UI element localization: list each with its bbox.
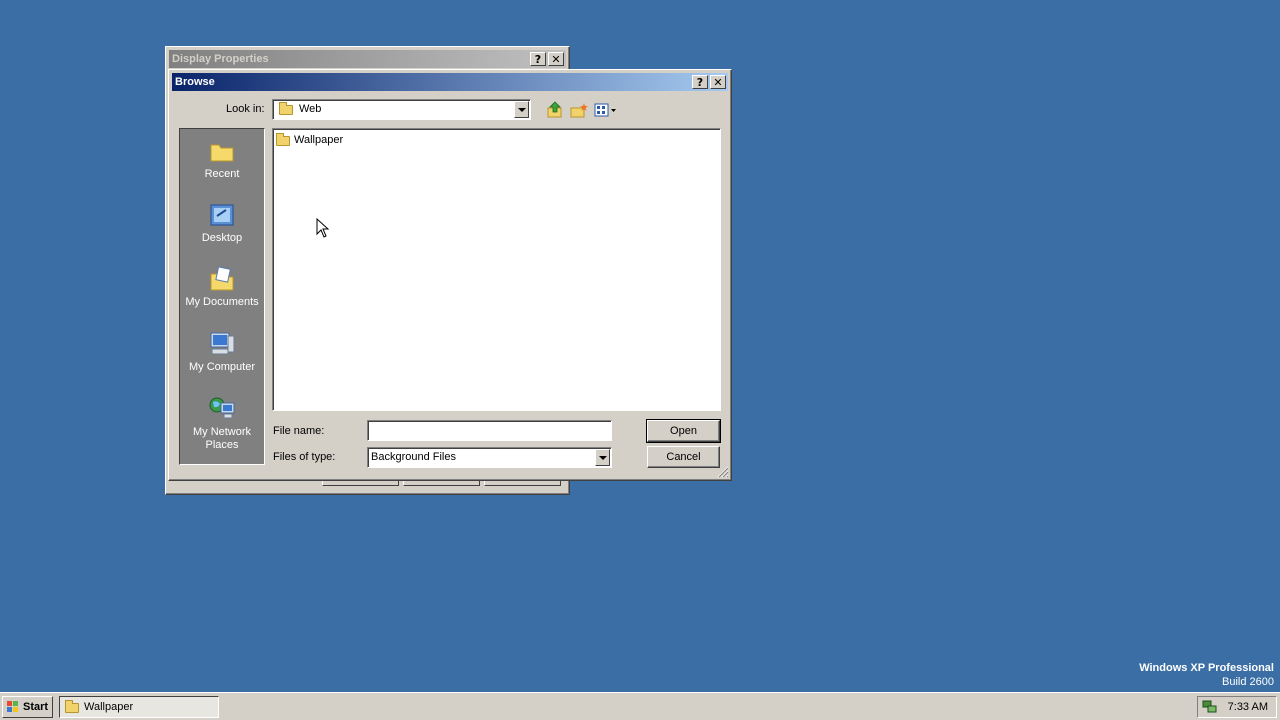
clock[interactable]: 7:33 AM	[1228, 701, 1268, 713]
file-name-label: File name:	[273, 425, 325, 437]
browse-dialog: Browse ? ✕ Look in: Web Recent Desktop M…	[168, 69, 732, 481]
my-network-places-icon	[208, 395, 236, 423]
display-properties-title: Display Properties	[172, 53, 269, 65]
taskbar-item-wallpaper[interactable]: Wallpaper	[59, 696, 219, 718]
chevron-down-icon	[598, 455, 607, 460]
up-one-level-button[interactable]	[545, 100, 565, 120]
file-name: Wallpaper	[294, 134, 344, 146]
place-label: My Documents	[185, 296, 259, 308]
os-watermark: Windows XP Professional Build 2600	[1139, 661, 1274, 689]
start-label: Start	[23, 701, 49, 713]
os-build: Build 2600	[1222, 676, 1274, 688]
display-properties-titlebar[interactable]: Display Properties ? ✕	[169, 50, 566, 68]
cancel-button[interactable]: Cancel	[647, 446, 720, 468]
os-name: Windows XP Professional	[1139, 662, 1274, 674]
files-of-type-value: Background Files	[371, 451, 456, 463]
view-menu-icon	[594, 103, 616, 117]
close-button[interactable]: ✕	[710, 75, 726, 89]
browse-titlebar[interactable]: Browse ? ✕	[172, 73, 728, 91]
list-item[interactable]: Wallpaper	[276, 132, 343, 148]
browse-title: Browse	[175, 76, 215, 88]
place-label: Desktop	[201, 232, 243, 244]
open-button-label: Open	[670, 425, 697, 437]
size-grip-icon[interactable]	[717, 466, 729, 478]
open-button[interactable]: Open	[646, 419, 721, 443]
place-desktop[interactable]: Desktop	[180, 201, 264, 244]
cancel-button-label: Cancel	[666, 451, 701, 463]
help-button[interactable]: ?	[530, 52, 546, 66]
new-folder-icon	[570, 103, 588, 118]
places-bar: Recent Desktop My Documents My Computer …	[179, 128, 265, 465]
recent-folder-icon	[208, 137, 236, 165]
chevron-down-icon	[517, 107, 526, 112]
place-my-computer[interactable]: My Computer	[180, 330, 264, 373]
place-label: My Network Places	[192, 426, 252, 451]
taskbar-item-label: Wallpaper	[84, 701, 134, 713]
taskbar: Start Wallpaper 7:33 AM	[0, 692, 1280, 720]
place-label: My Computer	[188, 361, 256, 373]
folder-icon	[276, 133, 290, 146]
create-new-folder-button[interactable]	[569, 100, 589, 120]
my-computer-icon	[208, 330, 236, 358]
file-list[interactable]: Wallpaper	[272, 128, 721, 411]
network-icon[interactable]	[1202, 700, 1218, 714]
start-button[interactable]: Start	[2, 696, 53, 718]
files-of-type-label: Files of type:	[273, 451, 336, 463]
files-of-type-dropdown-arrow[interactable]	[595, 449, 610, 466]
file-name-input[interactable]	[367, 420, 612, 441]
help-button[interactable]: ?	[692, 75, 708, 89]
windows-logo-icon	[7, 701, 18, 712]
close-button[interactable]: ✕	[548, 52, 564, 66]
up-folder-icon	[547, 101, 562, 118]
place-recent[interactable]: Recent	[180, 137, 264, 180]
view-menu-button[interactable]	[593, 100, 619, 120]
folder-icon	[279, 102, 293, 115]
look-in-dropdown-arrow[interactable]	[514, 101, 529, 118]
place-my-network-places[interactable]: My Network Places	[180, 395, 264, 452]
place-label: Recent	[204, 168, 240, 180]
folder-icon	[65, 700, 79, 713]
desktop-icon	[208, 201, 236, 229]
system-tray: 7:33 AM	[1197, 696, 1277, 718]
look-in-dropdown[interactable]: Web	[272, 99, 531, 120]
look-in-value: Web	[299, 103, 322, 115]
mouse-cursor-icon	[316, 218, 330, 238]
files-of-type-dropdown[interactable]: Background Files	[367, 447, 612, 468]
place-my-documents[interactable]: My Documents	[180, 265, 264, 308]
my-documents-icon	[208, 265, 236, 293]
look-in-label: Look in:	[226, 103, 265, 115]
